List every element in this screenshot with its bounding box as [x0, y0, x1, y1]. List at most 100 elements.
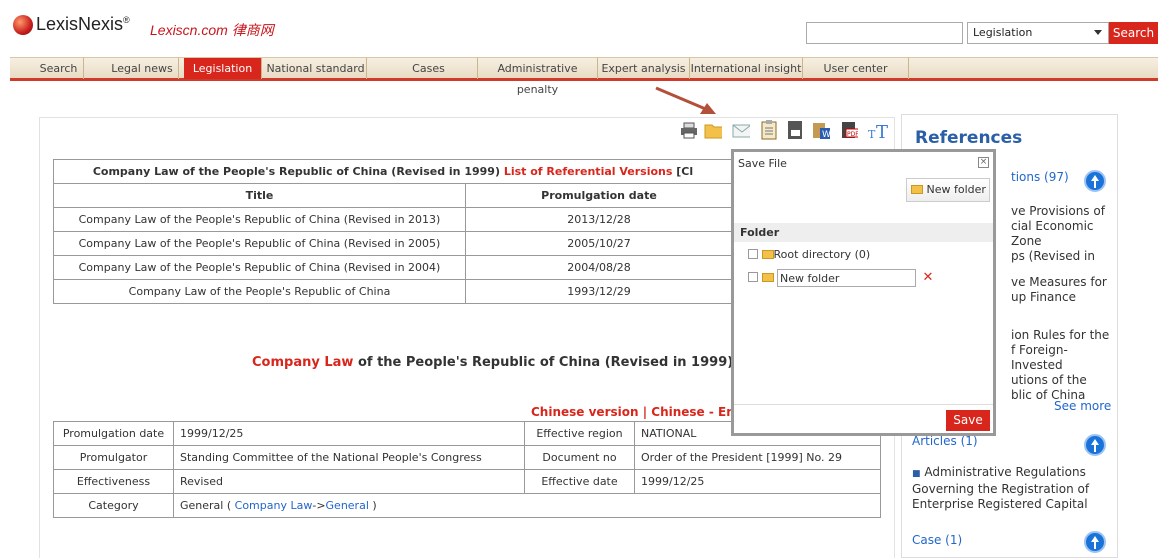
- article-item[interactable]: ■ Administrative Regulations Governing t…: [912, 465, 1112, 512]
- search-input[interactable]: [806, 22, 963, 44]
- column-header-title: Title: [53, 183, 466, 208]
- folder-icon: [761, 273, 774, 282]
- close-icon[interactable]: ×: [978, 157, 989, 168]
- nav-search[interactable]: Search: [34, 58, 84, 79]
- version-date: 2013/12/28: [465, 207, 733, 232]
- lexisnexis-logo-icon[interactable]: [13, 15, 33, 35]
- category-link-general[interactable]: General: [326, 499, 369, 512]
- collapse-up-icon[interactable]: [1084, 434, 1106, 456]
- category-prefix: General (: [180, 499, 232, 512]
- reference-text: f Foreign-Invested: [1011, 343, 1068, 372]
- meta-category: General ( Company Law->General ): [173, 493, 881, 518]
- document-title: Company Law of the People's Republic of …: [252, 355, 733, 370]
- folder-item-root[interactable]: Root directory (0): [748, 248, 870, 261]
- folder-item-new[interactable]: New folder ✕: [748, 269, 933, 287]
- meta-label: Category: [53, 493, 174, 518]
- nav-legal-news[interactable]: Legal news: [106, 58, 179, 79]
- pdf-export-icon[interactable]: PDF: [840, 120, 858, 140]
- references-title: References: [915, 128, 1023, 148]
- word-export-icon[interactable]: W: [812, 120, 830, 140]
- meta-label: Effectiveness: [53, 469, 174, 494]
- reference-text: ve Provisions of: [1011, 204, 1105, 218]
- subbrand-link[interactable]: Lexiscn.com 律商网: [150, 20, 274, 40]
- document-title-keyword: Company Law: [252, 355, 354, 370]
- reference-text: up Finance: [1011, 290, 1076, 304]
- see-more-link[interactable]: See more: [1054, 399, 1111, 413]
- nav-legislation[interactable]: Legislation: [184, 58, 262, 79]
- regulations-section-link[interactable]: tions (97): [1011, 170, 1069, 184]
- table-row[interactable]: Company Law of the People's Republic of …: [53, 207, 733, 232]
- folder-add-icon: [911, 185, 923, 194]
- nav-user-center[interactable]: User center: [803, 58, 909, 79]
- versions-heading-text: Company Law of the People's Republic of …: [92, 165, 500, 178]
- version-title[interactable]: Company Law of the People's Republic of …: [53, 231, 466, 256]
- version-title[interactable]: Company Law of the People's Republic of …: [53, 255, 466, 280]
- nav-international-insight[interactable]: International insight: [690, 58, 803, 79]
- versions-heading-tail: [Cl: [676, 165, 694, 178]
- column-header-date: Promulgation date: [465, 183, 733, 208]
- brand-mark: ®: [123, 15, 130, 25]
- category-link-company-law[interactable]: Company Law: [235, 499, 313, 512]
- reference-item[interactable]: ion Rules for the f Foreign-Invested uti…: [1011, 328, 1117, 403]
- meta-label: Document no: [524, 445, 635, 470]
- table-row[interactable]: Company Law of the People's Republic of …: [53, 279, 733, 304]
- checkbox[interactable]: [748, 249, 758, 259]
- folder-icon: [761, 250, 774, 259]
- font-size-icon[interactable]: TT: [868, 120, 890, 140]
- clipboard-icon[interactable]: [760, 120, 778, 140]
- meta-label: Promulgation date: [53, 421, 174, 446]
- new-folder-button[interactable]: New folder: [906, 178, 990, 202]
- brand-name: LexisNexis: [36, 14, 124, 34]
- new-folder-label: New folder: [926, 183, 986, 196]
- folder-icon[interactable]: [704, 120, 722, 140]
- meta-label: Effective date: [524, 469, 635, 494]
- table-row[interactable]: Company Law of the People's Republic of …: [53, 255, 733, 280]
- reference-text: ps (Revised in: [1011, 249, 1095, 263]
- brand-logo-text[interactable]: LexisNexis®: [36, 14, 130, 35]
- case-section-link[interactable]: Case (1): [912, 533, 962, 547]
- folder-heading: Folder: [734, 223, 993, 242]
- save-file-dialog: Save File × New folder Folder Root direc…: [731, 149, 996, 436]
- category-arrow: ->: [312, 499, 326, 512]
- nav-administrative-penalty[interactable]: Administrative penalty: [478, 58, 598, 96]
- txt-export-icon[interactable]: [786, 120, 804, 140]
- bullet-icon: ■: [912, 469, 921, 479]
- reference-item[interactable]: ve Provisions of cial Economic Zone ps (…: [1011, 204, 1117, 264]
- document-title-rest: of the People's Republic of China (Revis…: [357, 355, 734, 370]
- reference-item[interactable]: ve Measures for up Finance: [1011, 275, 1107, 305]
- dialog-titlebar: Save File: [734, 152, 993, 174]
- articles-section-link[interactable]: Articles (1): [912, 434, 978, 448]
- checkbox[interactable]: [748, 272, 758, 282]
- annotation-arrow-icon: [655, 86, 716, 114]
- folder-name-input[interactable]: New folder: [777, 269, 916, 287]
- search-scope-value: Legislation: [973, 26, 1033, 39]
- meta-label: Promulgator: [53, 445, 174, 470]
- print-icon[interactable]: [680, 120, 698, 140]
- nav-national-standard[interactable]: National standard: [265, 58, 367, 79]
- category-suffix: ): [372, 499, 377, 512]
- meta-value: Revised: [173, 469, 525, 494]
- svg-text:T: T: [868, 128, 876, 140]
- version-date: 2004/08/28: [465, 255, 733, 280]
- meta-value: 1999/12/25: [634, 469, 881, 494]
- collapse-up-icon[interactable]: [1084, 170, 1106, 192]
- search-scope-select[interactable]: Legislation: [967, 22, 1109, 44]
- version-date: 2005/10/27: [465, 231, 733, 256]
- email-icon[interactable]: [732, 120, 750, 140]
- search-button[interactable]: Search: [1109, 22, 1158, 44]
- version-title[interactable]: Company Law of the People's Republic of …: [53, 207, 466, 232]
- nav-cases[interactable]: Cases: [380, 58, 478, 79]
- save-button[interactable]: Save: [946, 410, 990, 431]
- referential-versions-link[interactable]: List of Referential Versions: [504, 165, 673, 178]
- version-title[interactable]: Company Law of the People's Republic of …: [53, 279, 466, 304]
- versions-table: Company Law of the People's Republic of …: [53, 159, 733, 304]
- svg-text:T: T: [876, 122, 888, 140]
- delete-icon[interactable]: ✕: [923, 270, 934, 285]
- versions-heading: Company Law of the People's Republic of …: [53, 159, 733, 184]
- meta-value: 1999/12/25: [173, 421, 525, 446]
- divider: [734, 404, 993, 405]
- table-row[interactable]: Company Law of the People's Republic of …: [53, 231, 733, 256]
- nav-expert-analysis[interactable]: Expert analysis: [598, 58, 690, 79]
- collapse-up-icon[interactable]: [1084, 531, 1106, 553]
- main-nav: Search Legal news Legislation National s…: [10, 57, 1158, 96]
